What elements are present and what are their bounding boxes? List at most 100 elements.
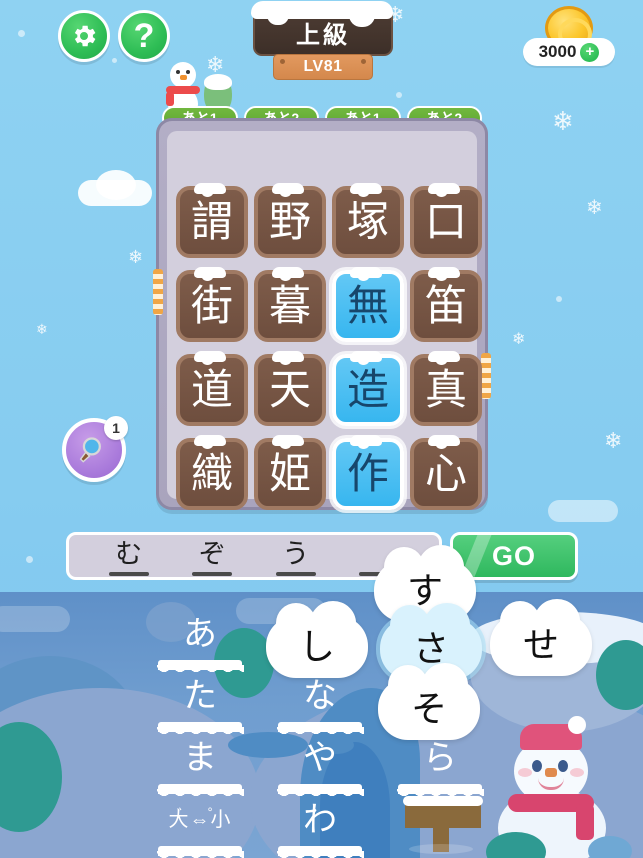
snow-cap xyxy=(251,1,393,27)
snow-cap xyxy=(350,267,382,281)
snow-cap xyxy=(194,351,226,365)
kanji-grid: 謂 野 塚 口 街 暮 無 笛 道 天 造 真 織 姫 作 心 xyxy=(176,183,482,516)
kanji-char: 無 xyxy=(346,282,389,329)
kanji-tile-selected[interactable]: 造 xyxy=(332,351,404,426)
snow-cap xyxy=(272,183,304,197)
question-mark-icon: ? xyxy=(133,17,155,55)
answer-char: う xyxy=(282,539,310,569)
kanji-tile-selected[interactable]: 作 xyxy=(332,435,404,510)
key-label: あ xyxy=(183,615,217,653)
kanji-char: 作 xyxy=(346,450,389,497)
key-ra[interactable]: ら xyxy=(392,738,488,799)
kanji-char: 口 xyxy=(424,198,467,245)
kanji-char: 笛 xyxy=(424,282,467,329)
kanji-tile[interactable]: 姫 xyxy=(254,435,326,510)
key-label: わ xyxy=(303,801,337,839)
background-cloud xyxy=(96,170,136,200)
flick-key-down[interactable]: そ xyxy=(378,663,480,740)
kanji-char: 街 xyxy=(190,282,233,329)
snow-cap xyxy=(194,267,226,281)
coin-amount: 3000 xyxy=(538,42,577,61)
kanji-tile[interactable]: 謂 xyxy=(176,183,248,258)
settings-button[interactable] xyxy=(58,10,110,62)
snow-drift xyxy=(396,784,484,799)
gear-icon xyxy=(74,25,96,47)
snowflake-icon: ❄ xyxy=(586,197,603,219)
level-label: LV81 xyxy=(303,58,343,75)
flick-char: し xyxy=(298,626,335,667)
background-cloud xyxy=(548,500,618,522)
kanji-tile[interactable]: 暮 xyxy=(254,267,326,342)
difficulty-sign: 上級 LV81 xyxy=(251,1,393,80)
snow-drift xyxy=(156,784,244,799)
magnifier-icon xyxy=(79,437,101,463)
snowflake-icon: ❄ xyxy=(512,331,526,348)
flick-keyboard: あa あ た ま ゛゜ 大⇔小 な や わ xyxy=(0,545,643,858)
key-label: や xyxy=(303,739,337,777)
kanji-tile[interactable]: 野 xyxy=(254,183,326,258)
kanji-char: 天 xyxy=(268,366,311,413)
kanji-char: 謂 xyxy=(190,198,233,245)
kanji-tile-selected[interactable]: 無 xyxy=(332,267,404,342)
difficulty-plate: 上級 xyxy=(251,1,393,56)
kanji-tile[interactable]: 塚 xyxy=(332,183,404,258)
go-label: GO xyxy=(491,540,536,571)
help-button[interactable]: ? xyxy=(118,10,170,62)
dakuten-marks: ゛゜ xyxy=(176,807,240,824)
board-stripe-left xyxy=(153,269,163,315)
flick-key-right[interactable]: せ xyxy=(490,599,592,676)
kanji-tile[interactable]: 心 xyxy=(410,435,482,510)
kanji-tile[interactable]: 織 xyxy=(176,435,248,510)
key-na[interactable]: な xyxy=(272,676,368,737)
snow-cap xyxy=(272,435,304,449)
snow-drift xyxy=(156,660,244,675)
snow-cap xyxy=(272,351,304,365)
key-wa[interactable]: わ xyxy=(272,800,368,858)
screw xyxy=(280,59,285,64)
key-a[interactable]: あ xyxy=(152,614,248,675)
snow-cap xyxy=(428,267,460,281)
snow-cap xyxy=(350,351,382,365)
kanji-char: 心 xyxy=(424,450,467,497)
key-ya[interactable]: や xyxy=(272,738,368,799)
key-label: ま xyxy=(183,739,217,777)
snowflake-icon: ❄ xyxy=(36,321,48,337)
snow-cap xyxy=(350,435,382,449)
hint-button[interactable]: 1 xyxy=(62,416,128,482)
kanji-char: 織 xyxy=(190,450,233,497)
kanji-tile[interactable]: 真 xyxy=(410,351,482,426)
key-size-toggle[interactable]: ゛゜ 大⇔小 xyxy=(152,800,248,858)
key-ma[interactable]: ま xyxy=(152,738,248,799)
snowflake-icon: ❄ xyxy=(552,106,574,136)
snow-drift xyxy=(156,722,244,737)
bg-dot xyxy=(556,296,562,302)
flick-key-left[interactable]: し xyxy=(266,601,368,678)
answer-char: む xyxy=(115,539,143,569)
kanji-tile[interactable]: 街 xyxy=(176,267,248,342)
kanji-tile[interactable]: 口 xyxy=(410,183,482,258)
snowflake-icon: ❄ xyxy=(206,52,225,77)
answer-bar: む ぞ う GO xyxy=(66,532,578,580)
kanji-tile[interactable]: 天 xyxy=(254,351,326,426)
board-stripe-right xyxy=(481,353,491,399)
coin-counter[interactable]: 3000 + xyxy=(523,6,615,68)
snow-cap xyxy=(272,267,304,281)
key-ta[interactable]: た xyxy=(152,676,248,737)
key-label: な xyxy=(303,677,337,715)
kanji-char: 真 xyxy=(424,366,467,413)
snow-cap xyxy=(194,435,226,449)
kanji-char: 造 xyxy=(346,366,389,413)
difficulty-label: 上級 xyxy=(296,21,350,49)
snow-cap xyxy=(350,183,382,197)
snow-drift xyxy=(276,846,364,858)
kanji-char: 塚 xyxy=(346,198,389,245)
kanji-tile[interactable]: 道 xyxy=(176,351,248,426)
flick-char: そ xyxy=(410,688,447,729)
add-coins-button[interactable]: + xyxy=(580,42,600,62)
kanji-tile[interactable]: 笛 xyxy=(410,267,482,342)
key-label: た xyxy=(183,677,217,715)
answer-slot: う xyxy=(268,539,324,576)
screw xyxy=(361,59,366,64)
snow-drift xyxy=(276,722,364,737)
snow-drift xyxy=(156,846,244,858)
